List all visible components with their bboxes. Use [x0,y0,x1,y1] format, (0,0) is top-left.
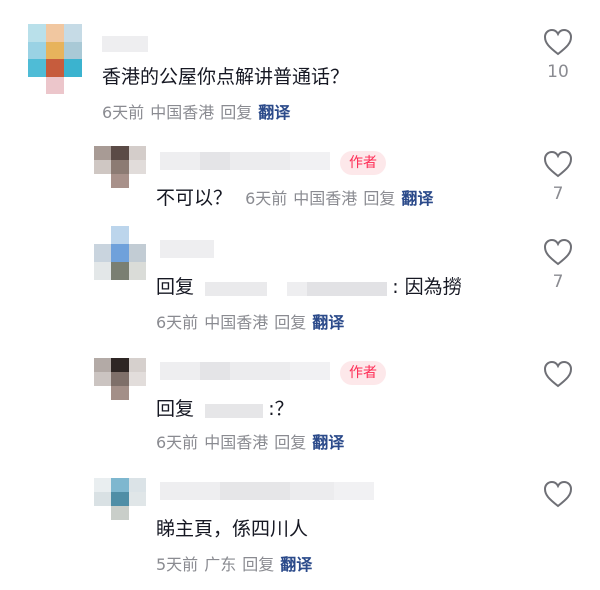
heart-outline-icon [543,360,573,388]
mention-blurred[interactable] [287,281,308,296]
comment-meta: 6天前 中国香港 回复 翻译 [156,312,344,334]
reply-row: 不可以？ 6天前 中国香港 回复 翻译 [156,185,433,211]
reply-suffix: : 因為撈 [392,276,462,298]
comment-time: 6天前 [102,103,145,122]
comment-text: 睇主頁，係四川人 [156,518,309,540]
reply-prefix: 回复 [156,398,195,420]
comment-meta: 5天前 广东 回复 翻译 [156,554,312,576]
like-button[interactable]: 7 [538,150,578,206]
comment-time: 5天前 [156,555,199,574]
comment-text: 不可以？ [156,187,233,209]
username-blurred[interactable] [160,362,330,380]
comment-time: 6天前 [156,433,199,452]
reply-to-text: 回复 : 因為撈 [156,274,462,300]
mention-blurred[interactable] [307,281,388,296]
reply-button[interactable]: 回复 [363,189,395,208]
avatar[interactable] [94,478,146,520]
comment-meta: 6天前 中国香港 回复 翻译 [156,432,344,454]
reply-button[interactable]: 回复 [242,555,274,574]
avatar[interactable] [94,226,146,280]
mention-blurred[interactable] [205,281,268,296]
reply-prefix: 回复 [156,276,195,298]
comment-location: 中国香港 [204,313,269,332]
username-blurred[interactable] [102,36,148,52]
like-button[interactable]: 7 [538,238,578,294]
like-count: 10 [547,62,569,82]
like-button[interactable] [538,360,578,416]
heart-outline-icon [543,238,573,266]
comment-meta: 6天前 中国香港 回复 翻译 [245,189,433,208]
comment-location: 中国香港 [150,103,215,122]
translate-button[interactable]: 翻译 [258,103,290,122]
like-count: 7 [552,184,564,204]
comment-text: 香港的公屋你点解讲普通话？ [102,66,350,88]
comment-time: 6天前 [156,313,199,332]
translate-button[interactable]: 翻译 [312,433,344,452]
comment-meta: 6天前 中国香港 回复 翻译 [102,102,290,124]
comment-location: 广东 [204,555,237,574]
translate-button[interactable]: 翻译 [401,189,433,208]
reply-button[interactable]: 回复 [220,103,252,122]
author-badge: 作者 [340,151,386,175]
avatar[interactable] [28,24,82,94]
heart-outline-icon [543,28,573,56]
like-button[interactable] [538,480,578,536]
avatar[interactable] [94,358,146,400]
comment-time: 6天前 [245,189,288,208]
username-blurred[interactable] [160,482,374,500]
like-button[interactable]: 10 [538,28,578,84]
comment-location: 中国香港 [204,433,269,452]
reply-suffix: :？ [268,398,294,420]
translate-button[interactable]: 翻译 [312,313,344,332]
comment-location: 中国香港 [293,189,358,208]
username-blurred[interactable] [160,152,330,170]
reply-button[interactable]: 回复 [274,313,306,332]
heart-outline-icon [543,150,573,178]
author-badge: 作者 [340,361,386,385]
like-count: 7 [552,272,564,292]
reply-button[interactable]: 回复 [274,433,306,452]
translate-button[interactable]: 翻译 [280,555,312,574]
heart-outline-icon [543,480,573,508]
reply-to-text: 回复 :？ [156,396,294,422]
avatar[interactable] [94,146,146,188]
mention-blurred[interactable] [205,403,264,418]
username-blurred[interactable] [160,240,214,258]
